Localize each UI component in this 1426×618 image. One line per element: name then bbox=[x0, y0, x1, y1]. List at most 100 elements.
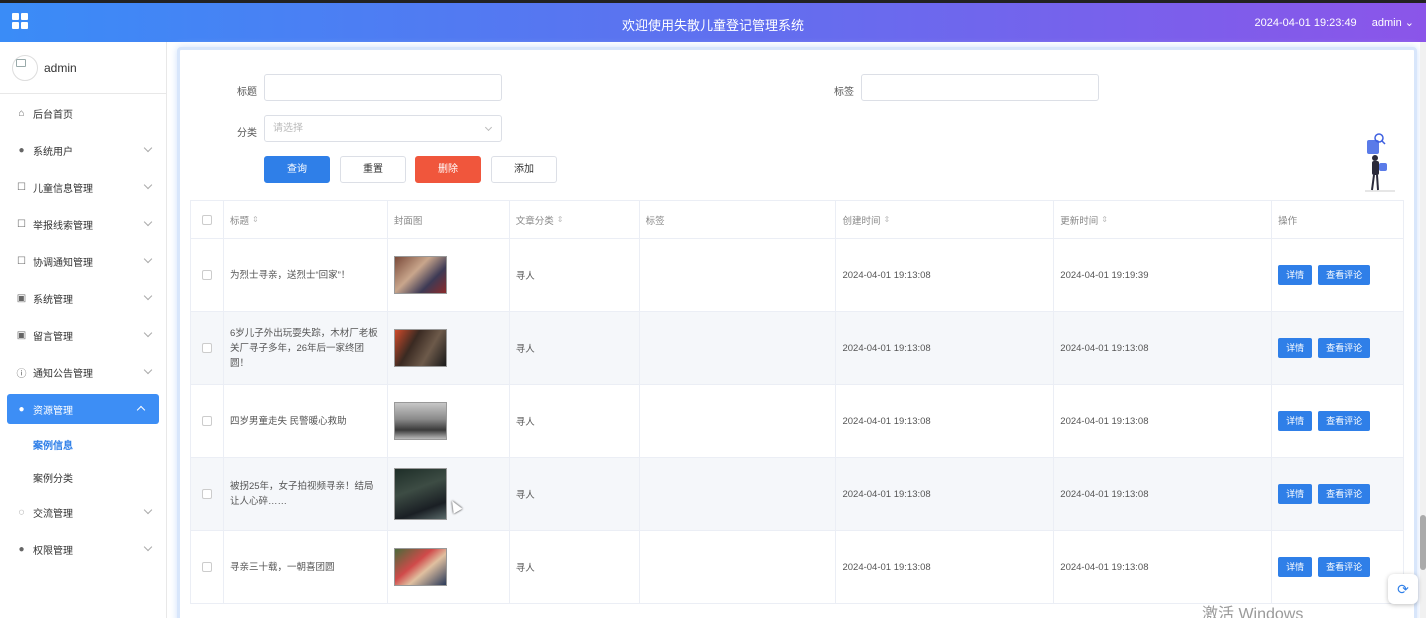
category-filter-label: 分类 bbox=[237, 128, 257, 139]
cell-actions: 详情 查看评论 bbox=[1272, 239, 1404, 311]
header-label: 封面图 bbox=[393, 215, 423, 227]
row-checkbox[interactable] bbox=[201, 562, 212, 572]
detail-button[interactable]: 详情 bbox=[1278, 411, 1313, 431]
reset-button[interactable]: 重置 bbox=[340, 156, 406, 183]
cell-updated: 2024-04-01 19:13:08 bbox=[1054, 312, 1273, 384]
image-icon: ▣ bbox=[16, 293, 27, 304]
sidebar-subitem-label: 案例信息 bbox=[33, 441, 73, 452]
cell-title: 寻亲三十载，一朝喜团圆 bbox=[224, 531, 388, 603]
add-button[interactable]: 添加 bbox=[491, 156, 557, 183]
sidebar-item-label: 资源管理 bbox=[33, 405, 73, 417]
cell-category: 寻人 bbox=[510, 531, 640, 603]
sidebar-item-label: 交流管理 bbox=[33, 509, 73, 520]
scrollbar-thumb[interactable] bbox=[1420, 515, 1426, 570]
search-person-illustration-icon bbox=[1365, 133, 1395, 192]
table-row: 为烈士寻亲，送烈士“回家”！ 寻人 2024-04-01 19:13:08 20… bbox=[191, 239, 1404, 312]
assistant-float-button[interactable]: ⟳ bbox=[1388, 574, 1418, 604]
cell-created: 2024-04-01 19:13:08 bbox=[836, 312, 1055, 384]
header-updated[interactable]: 更新时间 ⇕ bbox=[1054, 201, 1273, 238]
cover-image bbox=[393, 402, 447, 440]
cell-created: 2024-04-01 19:13:08 bbox=[836, 385, 1055, 457]
sidebar-item-label: 协调通知管理 bbox=[33, 258, 93, 269]
header-created[interactable]: 创建时间 ⇕ bbox=[836, 201, 1055, 238]
category-select[interactable]: 请选择 bbox=[264, 115, 502, 142]
sidebar-subitem-case-info[interactable]: 案例信息 bbox=[0, 428, 166, 461]
header-datetime: 2024-04-01 19:23:49 bbox=[1254, 17, 1357, 29]
header-user-menu[interactable]: admin ⌄ bbox=[1372, 17, 1414, 29]
chevron-down-icon bbox=[484, 123, 493, 132]
image-icon: ▣ bbox=[16, 330, 27, 341]
cell-updated: 2024-04-01 19:19:39 bbox=[1054, 239, 1273, 311]
row-select-cell bbox=[191, 312, 224, 384]
tag-filter-input[interactable] bbox=[861, 74, 1099, 101]
sidebar-item-label: 举报线索管理 bbox=[33, 221, 93, 232]
sidebar-item-resources[interactable]: ● 资源管理 bbox=[7, 394, 159, 424]
home-icon: ⌂ bbox=[18, 108, 25, 119]
cell-tag bbox=[640, 531, 837, 603]
select-all-checkbox[interactable] bbox=[201, 214, 212, 225]
sidebar-item-child-info[interactable]: ☐ 儿童信息管理 bbox=[0, 169, 166, 206]
refresh-icon: ⟳ bbox=[1397, 580, 1409, 597]
system-title: 欢迎使用失散儿童登记管理系统 bbox=[621, 18, 804, 33]
sidebar-item-report-clues[interactable]: ☐ 举报线索管理 bbox=[0, 206, 166, 243]
view-comments-button[interactable]: 查看评论 bbox=[1318, 484, 1371, 504]
chevron-down-icon[interactable]: ⌄ bbox=[1405, 17, 1414, 29]
detail-button[interactable]: 详情 bbox=[1278, 484, 1313, 504]
sort-icon[interactable]: ⇕ bbox=[883, 215, 890, 224]
cell-actions: 详情 查看评论 bbox=[1272, 312, 1404, 384]
sidebar-item-home[interactable]: ⌂ 后台首页 bbox=[0, 95, 166, 132]
row-checkbox[interactable] bbox=[201, 343, 212, 353]
chevron-down-icon bbox=[143, 291, 153, 301]
sidebar-item-permissions[interactable]: ● 权限管理 bbox=[0, 531, 166, 568]
content-panel: 标题 标签 分类 请选择 查询 重置 删除 添加 标题 ⇕ 封面图 文章分类 ⇕… bbox=[177, 47, 1417, 618]
detail-button[interactable]: 详情 bbox=[1278, 557, 1313, 577]
sidebar-item-notices[interactable]: ⓘ 通知公告管理 bbox=[0, 354, 166, 391]
view-comments-button[interactable]: 查看评论 bbox=[1318, 411, 1371, 431]
cover-image bbox=[393, 329, 447, 367]
detail-button[interactable]: 详情 bbox=[1278, 338, 1313, 358]
header-title[interactable]: 标题 ⇕ bbox=[224, 201, 388, 238]
edit-icon: ☐ bbox=[17, 182, 26, 193]
header-label: 文章分类 bbox=[515, 215, 554, 227]
header-category[interactable]: 文章分类 ⇕ bbox=[510, 201, 640, 238]
cell-category: 寻人 bbox=[510, 312, 640, 384]
view-comments-button[interactable]: 查看评论 bbox=[1318, 557, 1371, 577]
header-user-name[interactable]: admin bbox=[1372, 17, 1402, 29]
sort-icon[interactable]: ⇕ bbox=[1101, 215, 1108, 224]
row-checkbox[interactable] bbox=[201, 489, 212, 499]
sidebar-item-communication[interactable]: ◌ 交流管理 bbox=[0, 494, 166, 531]
cell-cover bbox=[388, 239, 510, 311]
view-comments-button[interactable]: 查看评论 bbox=[1318, 265, 1371, 285]
cell-title: 为烈士寻亲，送烈士“回家”！ bbox=[224, 239, 388, 311]
cell-category: 寻人 bbox=[510, 239, 640, 311]
row-select-cell bbox=[191, 458, 224, 530]
edit-icon: ☐ bbox=[17, 219, 26, 230]
cell-title: 四岁男童走失 民警暖心救助 bbox=[224, 385, 388, 457]
cell-tag bbox=[640, 312, 837, 384]
cell-updated: 2024-04-01 19:13:08 bbox=[1054, 385, 1273, 457]
sort-icon[interactable]: ⇕ bbox=[557, 215, 564, 224]
row-checkbox[interactable] bbox=[201, 416, 212, 426]
row-checkbox[interactable] bbox=[201, 270, 212, 280]
cover-image bbox=[393, 256, 447, 294]
row-select-cell bbox=[191, 239, 224, 311]
sidebar-item-messages[interactable]: ▣ 留言管理 bbox=[0, 317, 166, 354]
cell-title: 被拐25年，女子拍视频寻亲！结局让人心碎…… bbox=[224, 458, 388, 530]
sidebar-item-coordination[interactable]: ☐ 协调通知管理 bbox=[0, 243, 166, 280]
cell-actions: 详情 查看评论 bbox=[1272, 385, 1404, 457]
sort-icon[interactable]: ⇕ bbox=[252, 215, 259, 224]
title-filter-input[interactable] bbox=[264, 74, 502, 101]
category-select-placeholder: 请选择 bbox=[273, 123, 303, 134]
view-comments-button[interactable]: 查看评论 bbox=[1318, 338, 1371, 358]
table-header-row: 标题 ⇕ 封面图 文章分类 ⇕ 标签 创建时间 ⇕ 更新时间 ⇕ 操作 bbox=[191, 201, 1404, 239]
sidebar-item-system-users[interactable]: ● 系统用户 bbox=[0, 132, 166, 169]
table-row: 6岁儿子外出玩耍失踪，木材厂老板关厂寻子多年，26年后一家终团圆！ 寻人 202… bbox=[191, 312, 1404, 385]
sidebar-subitem-label: 案例分类 bbox=[33, 474, 73, 485]
query-button[interactable]: 查询 bbox=[264, 156, 330, 183]
sidebar: admin ⌂ 后台首页 ● 系统用户 ☐ 儿童信息管理 ☐ 举报线索管理 ☐ 协调通知管… bbox=[0, 42, 167, 618]
delete-button[interactable]: 删除 bbox=[415, 156, 481, 183]
cell-created: 2024-04-01 19:13:08 bbox=[836, 531, 1055, 603]
sidebar-item-system-management[interactable]: ▣ 系统管理 bbox=[0, 280, 166, 317]
sidebar-subitem-case-category[interactable]: 案例分类 bbox=[0, 461, 166, 494]
detail-button[interactable]: 详情 bbox=[1278, 265, 1313, 285]
